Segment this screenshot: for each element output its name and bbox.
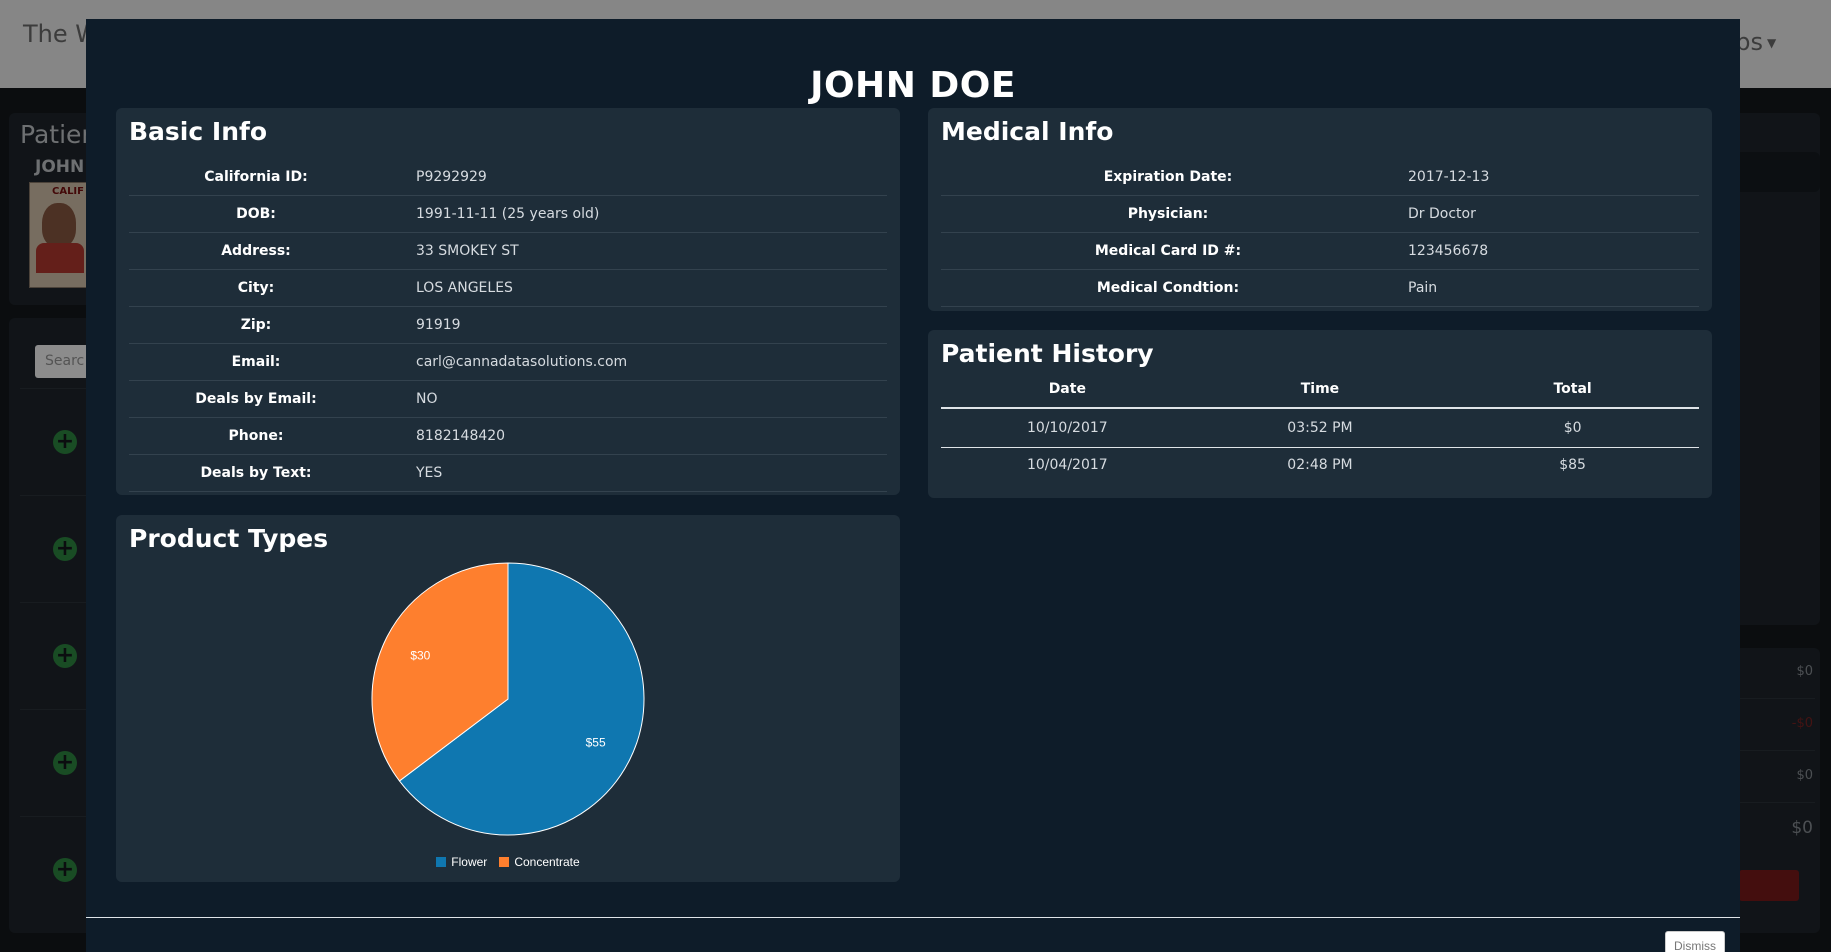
basic-info-value: NO — [416, 391, 438, 407]
history-col-time: Time — [1300, 381, 1340, 397]
basic-info-row: DOB: 1991-11-11 (25 years old) — [129, 196, 887, 233]
basic-info-value: 1991-11-11 (25 years old) — [416, 206, 600, 222]
basic-info-row: Deals by Email: NO — [129, 381, 887, 418]
medical-info-row: Medical Card ID #: 123456678 — [941, 233, 1699, 270]
basic-info-value: 91919 — [416, 317, 461, 333]
history-time-cell: 02:48 PM — [1287, 457, 1353, 473]
basic-info-label: City: — [237, 280, 275, 296]
medical-info-label: Medical Condtion: — [1096, 280, 1240, 296]
medical-info-label: Medical Card ID #: — [1094, 243, 1242, 259]
pie-data-label: $30 — [410, 648, 430, 662]
basic-info-row: Email: carl@cannadatasolutions.com — [129, 344, 887, 381]
basic-info-value: YES — [416, 465, 443, 481]
basic-info-row: Address: 33 SMOKEY ST — [129, 233, 887, 270]
history-col-total: Total — [1553, 381, 1592, 397]
history-total-cell: $0 — [1563, 420, 1582, 436]
medical-info-row: Expiration Date: 2017-12-13 — [941, 159, 1699, 196]
legend-swatch — [499, 857, 510, 867]
basic-info-label: DOB: — [236, 206, 276, 222]
history-total-cell: $85 — [1559, 457, 1586, 473]
medical-info-value: 2017-12-13 — [1408, 169, 1490, 185]
history-row: 10/10/2017 03:52 PM $0 — [941, 411, 1699, 448]
basic-info-value: 8182148420 — [416, 428, 506, 444]
basic-info-value: P9292929 — [416, 169, 487, 185]
pie-data-label: $55 — [586, 736, 606, 750]
basic-info-value: carl@cannadatasolutions.com — [416, 354, 628, 370]
medical-info-title: Medical Info — [941, 117, 1114, 146]
dismiss-button[interactable]: Dismiss — [1665, 931, 1725, 952]
basic-info-row: Phone: 8182148420 — [129, 418, 887, 455]
patient-history-panel: Patient History Date Time Total 10/10/20… — [928, 330, 1712, 498]
legend-label: Concentrate — [514, 855, 580, 869]
patient-history-title: Patient History — [941, 339, 1154, 368]
basic-info-title: Basic Info — [129, 117, 268, 146]
basic-info-label: Address: — [221, 243, 291, 259]
medical-info-row: Medical Condtion: Pain — [941, 270, 1699, 307]
modal-footer-divider — [86, 917, 1740, 918]
basic-info-label: Deals by Text: — [200, 465, 312, 481]
medical-info-value: Pain — [1408, 280, 1438, 296]
legend-swatch — [436, 857, 447, 867]
basic-info-row: City: LOS ANGELES — [129, 270, 887, 307]
basic-info-row: Deals by Text: YES — [129, 455, 887, 492]
basic-info-label: Email: — [231, 354, 281, 370]
history-date-cell: 10/04/2017 — [1026, 457, 1108, 473]
history-row: 10/04/2017 02:48 PM $85 — [941, 448, 1699, 485]
medical-info-label: Expiration Date: — [1103, 169, 1233, 185]
modal-title: JOHN DOE — [810, 65, 1016, 106]
product-types-panel: Product Types $55 $30 Flower Concentrate — [116, 515, 900, 882]
basic-info-panel: Basic Info California ID: P9292929 DOB: 199… — [116, 108, 900, 495]
legend-item-flower[interactable]: Flower — [436, 855, 487, 869]
basic-info-value: LOS ANGELES — [416, 280, 513, 296]
basic-info-label: Phone: — [228, 428, 284, 444]
medical-info-value: Dr Doctor — [1408, 206, 1476, 222]
legend-item-concentrate[interactable]: Concentrate — [499, 855, 580, 869]
history-time-cell: 03:52 PM — [1287, 420, 1353, 436]
product-types-pie-chart: $55 $30 — [371, 562, 645, 836]
history-table-header: Date Time Total — [941, 375, 1699, 409]
basic-info-row: Zip: 91919 — [129, 307, 887, 344]
patient-modal: JOHN DOE Basic Info California ID: P92929… — [86, 19, 1740, 952]
medical-info-label: Physician: — [1127, 206, 1209, 222]
basic-info-label: Zip: — [240, 317, 272, 333]
basic-info-label: Deals by Email: — [195, 391, 317, 407]
history-col-date: Date — [1048, 381, 1086, 397]
basic-info-label: California ID: — [204, 169, 308, 185]
medical-info-panel: Medical Info Expiration Date: 2017-12-13 P… — [928, 108, 1712, 311]
medical-info-row: Physician: Dr Doctor — [941, 196, 1699, 233]
history-date-cell: 10/10/2017 — [1026, 420, 1108, 436]
basic-info-value: 33 SMOKEY ST — [416, 243, 519, 259]
pie-legend: Flower Concentrate — [116, 852, 900, 871]
medical-info-value: 123456678 — [1408, 243, 1489, 259]
basic-info-row: California ID: P9292929 — [129, 159, 887, 196]
legend-label: Flower — [451, 855, 488, 869]
